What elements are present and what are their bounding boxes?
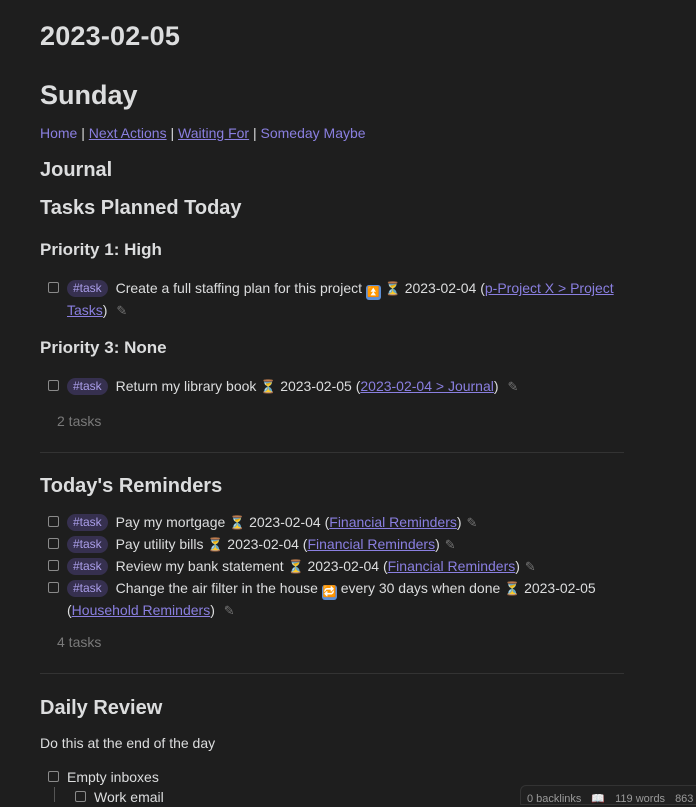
nav-links: Home | Next Actions | Waiting For | Some… xyxy=(40,125,366,141)
reminders-heading: Today's Reminders xyxy=(40,475,223,497)
high-priority-icon: ⏫ xyxy=(365,285,381,300)
tasks-planned-heading: Tasks Planned Today xyxy=(40,197,242,219)
divider xyxy=(40,452,624,453)
daily-review-description: Do this at the end of the day xyxy=(40,735,216,751)
hourglass-icon: ⏳ xyxy=(384,281,401,296)
char-count: 863 ch xyxy=(675,793,696,805)
task-source-link[interactable]: 2023-02-04 > Journal xyxy=(360,378,494,394)
checklist-text: Empty inboxes xyxy=(67,769,159,785)
recurrence-icon: 🔁 xyxy=(321,585,337,600)
edit-pencil-icon[interactable]: ✎ xyxy=(445,537,456,552)
task-source-link[interactable]: Financial Reminders xyxy=(388,558,516,574)
task-checkbox[interactable] xyxy=(48,538,59,549)
nav-home-link[interactable]: Home xyxy=(40,125,77,141)
edit-pencil-icon[interactable]: ✎ xyxy=(507,379,518,394)
paren: ) xyxy=(210,602,215,618)
task-item: #task Review my bank statement ⏳ 2023-02… xyxy=(40,556,624,577)
checklist-item: Empty inboxes xyxy=(40,767,624,787)
nav-next-actions-link[interactable]: Next Actions xyxy=(89,125,167,141)
task-text: Return my library book xyxy=(115,378,257,394)
checklist-checkbox[interactable] xyxy=(75,791,86,802)
task-date: 2023-02-04 xyxy=(404,280,477,296)
task-item: #task Create a full staffing plan for th… xyxy=(40,278,624,321)
daily-review-heading: Daily Review xyxy=(40,697,163,719)
journal-heading: Journal xyxy=(40,159,113,181)
task-source-link-cont[interactable]: Tasks xyxy=(67,302,103,318)
hourglass-icon: ⏳ xyxy=(207,537,224,552)
task-date: 2023-02-04 xyxy=(307,558,380,574)
recurrence-text: every 30 days when done xyxy=(340,580,501,596)
task-source-link[interactable]: p-Project X > Project xyxy=(485,280,614,296)
task-tag[interactable]: #task xyxy=(67,536,108,553)
nav-separator: | xyxy=(166,125,179,141)
task-checkbox[interactable] xyxy=(48,380,59,391)
priority-3-heading: Priority 3: None xyxy=(40,338,167,357)
paren: ) xyxy=(435,536,440,552)
task-checkbox[interactable] xyxy=(48,560,59,571)
edit-pencil-icon[interactable]: ✎ xyxy=(525,559,536,574)
task-tag[interactable]: #task xyxy=(67,558,108,575)
task-text: Pay utility bills xyxy=(115,536,204,552)
task-tag[interactable]: #task xyxy=(67,580,108,597)
task-checkbox[interactable] xyxy=(48,516,59,527)
edit-pencil-icon[interactable]: ✎ xyxy=(224,603,235,618)
nav-someday-maybe-link[interactable]: Someday Maybe xyxy=(261,125,366,141)
nav-separator: | xyxy=(249,125,261,141)
task-date: 2023-02-04 xyxy=(249,514,321,530)
task-item: #task Pay utility bills ⏳ 2023-02-04 (Fi… xyxy=(40,534,624,555)
checklist-checkbox[interactable] xyxy=(48,771,59,782)
divider xyxy=(40,673,624,674)
hourglass-icon: ⏳ xyxy=(260,379,277,394)
task-item: #task Change the air filter in the house… xyxy=(40,578,624,621)
page-title: 2023-02-05 xyxy=(40,21,181,51)
book-icon: 📖 xyxy=(591,793,606,805)
hourglass-icon: ⏳ xyxy=(504,581,521,596)
task-tag[interactable]: #task xyxy=(67,280,108,297)
task-date: 2023-02-05 xyxy=(280,378,352,394)
status-bar: 0 backlinks 📖 119 words 863 ch xyxy=(520,785,696,805)
task-date: 2023-02-05 xyxy=(524,580,596,596)
reminders-count: 4 tasks xyxy=(57,634,102,650)
task-checkbox[interactable] xyxy=(48,582,59,593)
task-item: #task Pay my mortgage ⏳ 2023-02-04 (Fina… xyxy=(40,512,624,533)
tasks-count: 2 tasks xyxy=(57,413,102,429)
task-text: Change the air filter in the house xyxy=(115,580,318,596)
task-source-link[interactable]: Financial Reminders xyxy=(307,536,435,552)
backlinks-count[interactable]: 0 backlinks xyxy=(527,793,581,805)
priority-1-heading: Priority 1: High xyxy=(40,240,162,259)
hourglass-icon: ⏳ xyxy=(229,515,246,530)
day-heading: Sunday xyxy=(40,80,138,110)
edit-pencil-icon[interactable]: ✎ xyxy=(116,303,127,318)
task-tag[interactable]: #task xyxy=(67,514,108,531)
nav-waiting-for-link[interactable]: Waiting For xyxy=(178,125,249,141)
paren: ) xyxy=(515,558,520,574)
paren: ) xyxy=(493,378,499,394)
nav-separator: | xyxy=(77,125,89,141)
hourglass-icon: ⏳ xyxy=(287,559,304,574)
paren: ) xyxy=(102,302,108,318)
paren: ) xyxy=(456,514,462,530)
task-text: Pay my mortgage xyxy=(115,514,226,530)
task-date: 2023-02-04 xyxy=(227,536,299,552)
edit-pencil-icon[interactable]: ✎ xyxy=(467,515,478,530)
task-text: Review my bank statement xyxy=(115,558,284,574)
task-item: #task Return my library book ⏳ 2023-02-0… xyxy=(40,376,624,397)
task-source-link[interactable]: Household Reminders xyxy=(72,602,211,618)
task-tag[interactable]: #task xyxy=(67,378,108,395)
task-text: Create a full staffing plan for this pro… xyxy=(115,280,363,296)
checklist-text: Work email xyxy=(94,789,164,805)
word-count: 119 words xyxy=(615,793,666,805)
task-checkbox[interactable] xyxy=(48,282,59,293)
task-source-link[interactable]: Financial Reminders xyxy=(329,514,457,530)
